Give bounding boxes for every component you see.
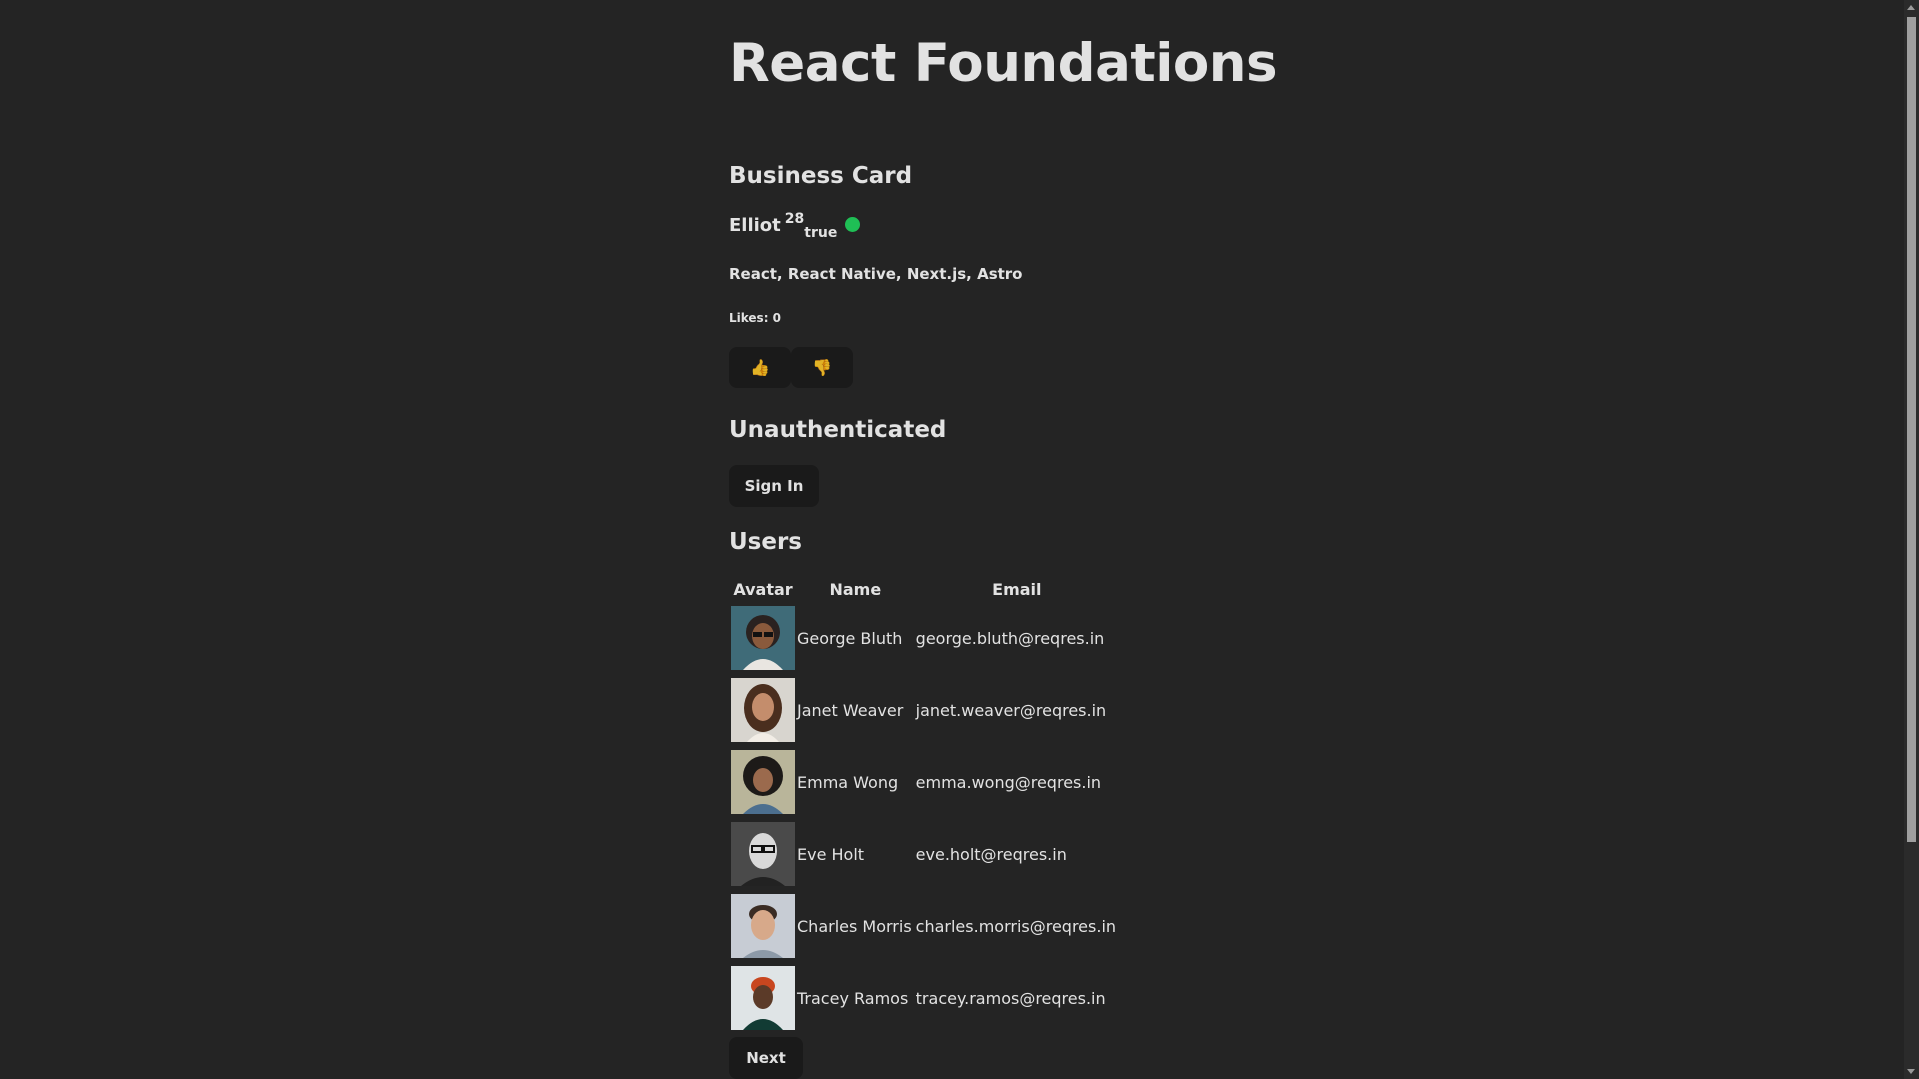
column-header-name: Name [829,579,882,599]
users-heading: Users [729,529,802,555]
auth-heading: Unauthenticated [729,417,947,443]
scroll-up-arrow-icon[interactable] [1907,5,1915,10]
table-row: Emma Wong emma.wong@reqres.in [731,747,1118,817]
users-table: Avatar Name Email George Bluth george.bl… [729,575,1120,1035]
skills-list: React, React Native, Next.js, Astro [729,265,1023,283]
avatar [731,894,795,958]
sign-in-button[interactable]: Sign In [729,465,819,507]
card-age: 28 [784,211,805,227]
online-status-dot [845,217,861,232]
table-row: Janet Weaver janet.weaver@reqres.in [731,675,1118,745]
next-page-button[interactable]: Next [729,1037,803,1079]
likes-count: Likes: 0 [729,311,782,325]
scrollbar-thumb[interactable] [1907,17,1916,842]
table-row: George Bluth george.bluth@reqres.in [731,603,1118,673]
scroll-down-arrow-icon[interactable] [1907,1069,1915,1074]
name-line: Elliot 28 true [729,211,1429,245]
avatar [731,750,795,814]
users-table-header: Avatar Name Email [731,577,1118,601]
business-card-heading: Business Card [729,163,913,189]
user-name: Tracey Ramos [797,988,909,1008]
table-row: Tracey Ramos tracey.ramos@reqres.in [731,963,1118,1033]
thumbs-up-icon: 👍 [750,358,770,377]
user-email: tracey.ramos@reqres.in [915,988,1106,1008]
user-email: eve.holt@reqres.in [915,844,1067,864]
dislike-button[interactable]: 👎 [791,347,853,388]
users-section: Users Avatar Name Email George Bluth geo… [729,527,1429,1079]
user-name: Emma Wong [797,772,899,792]
like-button-row: 👍 👎 [729,347,1429,388]
avatar [731,678,795,742]
user-email: janet.weaver@reqres.in [915,700,1107,720]
card-name: Elliot [729,215,781,236]
auth-section: Unauthenticated Sign In [729,415,1429,507]
card-status: true [804,225,838,241]
user-name: Janet Weaver [797,700,904,720]
table-row: Eve Holt eve.holt@reqres.in [731,819,1118,889]
thumbs-down-icon: 👎 [812,358,832,377]
user-name: George Bluth [797,628,903,648]
like-button[interactable]: 👍 [729,347,791,388]
page-title: React Foundations [729,33,1278,94]
main-content: React Foundations Business Card Elliot 2… [729,0,1429,1079]
page-viewport: React Foundations Business Card Elliot 2… [0,0,1919,1079]
vertical-scrollbar[interactable] [1904,0,1919,1079]
avatar [731,822,795,886]
user-email: george.bluth@reqres.in [915,628,1105,648]
table-row: Charles Morris charles.morris@reqres.in [731,891,1118,961]
business-card-section: Business Card Elliot 28 true React, Reac… [729,161,1429,388]
user-email: charles.morris@reqres.in [915,916,1117,936]
column-header-email: Email [992,579,1042,599]
avatar [731,606,795,670]
user-email: emma.wong@reqres.in [915,772,1102,792]
avatar [731,966,795,1030]
column-header-avatar: Avatar [733,579,793,599]
user-name: Eve Holt [797,844,865,864]
user-name: Charles Morris [797,916,912,936]
